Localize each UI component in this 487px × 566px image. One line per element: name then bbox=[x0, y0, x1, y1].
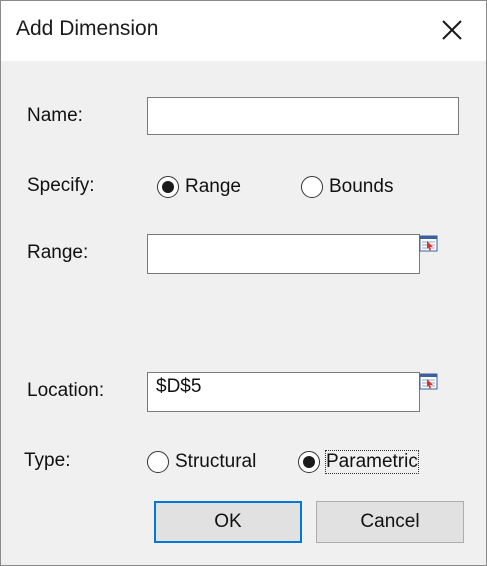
title-bar: Add Dimension bbox=[1, 1, 486, 61]
ok-button[interactable]: OK bbox=[154, 501, 302, 543]
cancel-button[interactable]: Cancel bbox=[316, 501, 464, 543]
location-label: Location: bbox=[27, 380, 105, 401]
specify-range-radio[interactable]: Range bbox=[157, 176, 241, 198]
radio-circle bbox=[157, 176, 179, 198]
type-parametric-radio[interactable]: Parametric bbox=[298, 450, 419, 474]
name-input[interactable] bbox=[147, 97, 459, 135]
range-selector-icon[interactable] bbox=[419, 373, 439, 391]
type-structural-label: Structural bbox=[175, 451, 257, 472]
radio-circle bbox=[298, 451, 320, 473]
specify-range-label: Range bbox=[185, 176, 241, 197]
close-icon[interactable] bbox=[437, 15, 467, 45]
range-label: Range: bbox=[27, 242, 89, 263]
radio-selected-dot bbox=[303, 456, 315, 468]
radio-selected-dot bbox=[162, 181, 174, 193]
radio-circle bbox=[301, 176, 323, 198]
type-structural-radio[interactable]: Structural bbox=[147, 451, 256, 473]
range-selector-icon[interactable] bbox=[419, 235, 439, 253]
add-dimension-dialog: Add Dimension Name: Specify: Range Bound… bbox=[0, 0, 487, 566]
specify-bounds-radio[interactable]: Bounds bbox=[301, 176, 393, 198]
type-label: Type: bbox=[24, 450, 71, 471]
dialog-title: Add Dimension bbox=[16, 17, 159, 40]
type-parametric-label: Parametric bbox=[325, 450, 419, 474]
name-label: Name: bbox=[27, 105, 83, 126]
specify-bounds-label: Bounds bbox=[329, 176, 394, 197]
specify-label: Specify: bbox=[27, 175, 95, 196]
location-input[interactable]: $D$5 bbox=[147, 372, 420, 412]
range-input[interactable] bbox=[147, 234, 420, 274]
radio-circle bbox=[147, 451, 169, 473]
